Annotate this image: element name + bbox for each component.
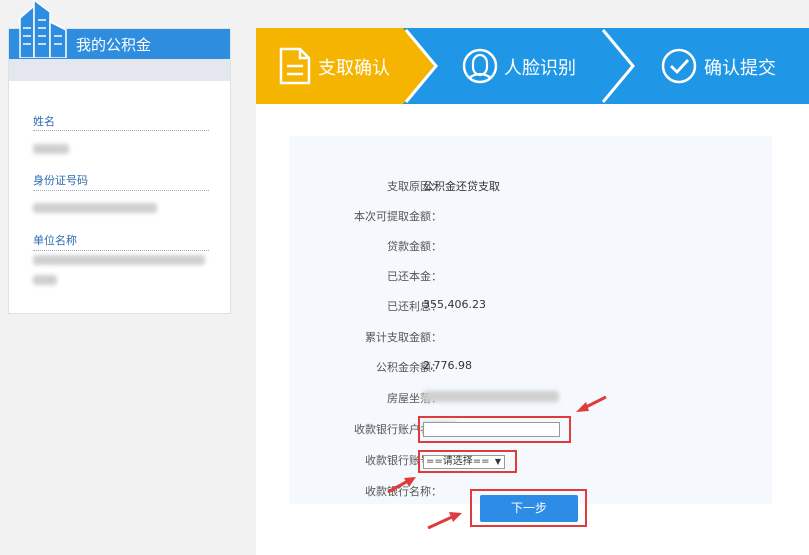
step-3-label: 确认提交 <box>704 58 776 79</box>
divider <box>33 130 209 131</box>
redacted-employer-line2 <box>33 275 57 285</box>
name-label: 姓名 <box>33 115 55 128</box>
divider <box>33 250 209 251</box>
panel-subbar <box>9 59 230 81</box>
loan-amount-label: 贷款金额： <box>387 240 442 253</box>
employer-label: 单位名称 <box>33 234 77 247</box>
principal-repaid-label: 已还本金： <box>387 270 442 283</box>
id-number-label: 身份证号码 <box>33 174 88 187</box>
arrow-icon <box>576 395 607 412</box>
withdrawal-form: 支取原因： 公积金还贷支取 本次可提取金额： 贷款金额： 已还本金： 已还利息：… <box>289 136 772 504</box>
step-1-label: 支取确认 <box>318 58 390 79</box>
annotation-box-next <box>470 489 587 527</box>
divider <box>33 190 209 191</box>
withdrawal-panel: 支取确认 人脸识别 确认提交 支取原因： 公积金还贷支取 本次可提取金额： 贷款… <box>256 28 809 555</box>
arrow-icon <box>387 477 416 494</box>
document-icon <box>279 47 311 85</box>
form-row: 公积金余额： 2,776.98 <box>289 357 772 377</box>
annotation-box-account <box>418 416 571 443</box>
interest-repaid-value: 355,406.23 <box>423 298 486 311</box>
withdrawable-amount-label: 本次可提取金额： <box>354 210 442 223</box>
arrow-icon <box>427 512 462 530</box>
user-info-panel: 我的公积金 姓名 身份证号码 单位名称 <box>8 28 231 314</box>
redacted-name <box>33 144 69 154</box>
form-row: 收款银行账号： <box>289 450 772 470</box>
form-row: 已还本金： <box>289 266 772 286</box>
form-row: 贷款金额： <box>289 236 772 256</box>
reason-value: 公积金还贷支取 <box>423 180 500 193</box>
fund-balance-value: 2,776.98 <box>423 359 472 372</box>
redacted-property-location <box>423 391 559 402</box>
form-row: 支取原因： 公积金还贷支取 <box>289 176 772 196</box>
panel-title: 我的公积金 <box>76 36 152 54</box>
check-circle-icon <box>661 48 697 84</box>
face-recognition-icon <box>462 48 498 84</box>
cumulative-withdrawal-label: 累计支取金额： <box>365 331 442 344</box>
redacted-id-number <box>33 203 157 213</box>
annotation-box-bank <box>418 450 517 473</box>
step-2-label: 人脸识别 <box>504 58 576 79</box>
form-row: 已还利息： 355,406.23 <box>289 296 772 316</box>
form-row: 累计支取金额： <box>289 327 772 347</box>
redacted-employer <box>33 255 205 265</box>
building-icon <box>19 0 67 58</box>
form-row: 本次可提取金额： <box>289 206 772 226</box>
form-row: 房屋坐落： <box>289 388 772 408</box>
